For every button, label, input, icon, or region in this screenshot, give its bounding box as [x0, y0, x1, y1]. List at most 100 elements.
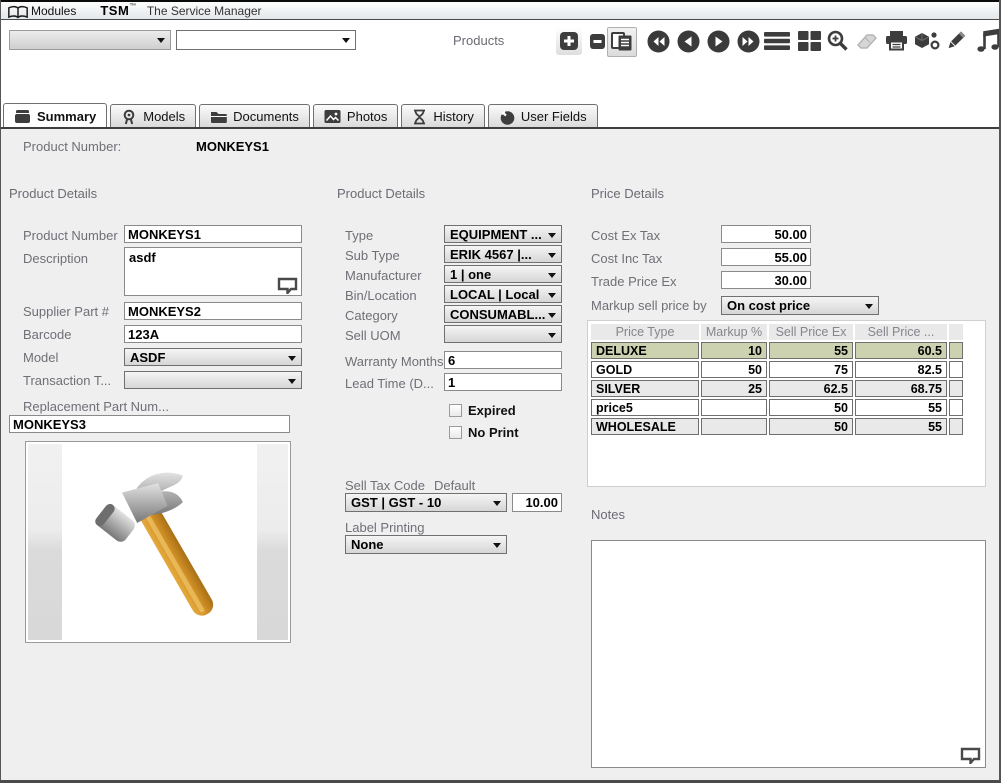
type-label: Type — [345, 228, 373, 243]
manufacturer-dropdown[interactable]: 1 | one — [444, 265, 562, 283]
chevron-down-icon — [548, 233, 556, 238]
add-icon[interactable] — [556, 27, 582, 55]
edit-icon[interactable] — [942, 27, 968, 55]
tab-user-fields[interactable]: User Fields — [488, 104, 598, 128]
product-number-header-value: MONKEYS1 — [196, 139, 269, 154]
supplier-part-input[interactable] — [124, 302, 302, 320]
col-sell-price-ex[interactable]: Sell Price Ex — [769, 324, 853, 340]
label-printing-dropdown[interactable]: None — [345, 535, 507, 554]
description-input[interactable]: asdf — [124, 247, 302, 296]
subtype-label: Sub Type — [345, 248, 400, 263]
tab-summary[interactable]: Summary — [3, 103, 107, 128]
replacement-part-label: Replacement Part Num... — [23, 399, 169, 414]
product-number-label: Product Number — [23, 228, 118, 243]
bin-location-label: Bin/Location — [345, 288, 417, 303]
modules-book-icon — [7, 5, 29, 19]
expired-checkbox[interactable] — [449, 404, 462, 417]
notes-comment-icon[interactable] — [960, 747, 981, 764]
price-row-gold[interactable]: GOLD 50 75 82.5 — [591, 361, 963, 378]
subtype-dropdown[interactable]: ERIK 4567 |... — [444, 245, 562, 263]
app-subtitle: The Service Manager — [147, 4, 262, 18]
price-row-silver[interactable]: SILVER 25 62.5 68.75 — [591, 380, 963, 397]
no-print-label: No Print — [468, 425, 519, 440]
music-icon[interactable] — [972, 27, 1001, 55]
description-label: Description — [23, 251, 88, 266]
zoom-icon[interactable] — [825, 27, 851, 55]
photo-scroll-right[interactable] — [257, 444, 288, 640]
chevron-down-icon — [548, 273, 556, 278]
chevron-down-icon — [548, 333, 556, 338]
picture-icon — [324, 109, 341, 124]
lead-time-input[interactable] — [444, 373, 562, 391]
transaction-type-label: Transaction T... — [23, 373, 111, 388]
price-row-price5[interactable]: price5 50 55 — [591, 399, 963, 416]
price-row-deluxe[interactable]: DELUXE 10 55 60.5 — [591, 342, 963, 359]
chevron-down-icon — [493, 543, 501, 548]
category-label: Category — [345, 308, 398, 323]
previous-record-icon[interactable] — [675, 27, 701, 55]
barcode-label: Barcode — [23, 327, 71, 342]
tab-documents[interactable]: Documents — [199, 104, 310, 128]
list-view-icon[interactable] — [764, 27, 790, 55]
type-dropdown[interactable]: EQUIPMENT ... — [444, 225, 562, 243]
col-sell-price-inc[interactable]: Sell Price ... — [855, 324, 947, 340]
notes-input[interactable] — [591, 540, 986, 768]
default-rate-input[interactable] — [512, 493, 562, 512]
col-markup[interactable]: Markup % — [701, 324, 767, 340]
replacement-part-input[interactable] — [9, 415, 290, 433]
toolbar-dropdown-2[interactable] — [176, 30, 356, 50]
bin-location-dropdown[interactable]: LOCAL | Local — [444, 285, 562, 303]
chevron-down-icon — [548, 313, 556, 318]
category-dropdown[interactable]: CONSUMABL... — [444, 305, 562, 323]
modules-menu[interactable]: Modules — [31, 4, 76, 18]
product-photo-frame — [25, 441, 291, 643]
tab-history[interactable]: History — [401, 104, 484, 128]
trade-price-input[interactable] — [721, 271, 811, 289]
medal-icon — [121, 109, 137, 125]
col-extra — [949, 324, 963, 340]
components-icon[interactable] — [911, 27, 941, 55]
supplier-part-label: Supplier Part # — [23, 304, 109, 319]
barcode-input[interactable] — [124, 325, 302, 343]
photo-scroll-left[interactable] — [28, 444, 62, 640]
chevron-down-icon — [288, 379, 296, 384]
print-icon[interactable] — [883, 27, 909, 55]
grid-view-icon[interactable] — [796, 27, 822, 55]
price-section-title: Price Details — [591, 186, 664, 201]
context-label: Products — [453, 33, 504, 48]
description-comment-icon[interactable] — [277, 277, 298, 294]
markup-by-label: Markup sell price by — [591, 298, 707, 313]
cost-inc-tax-label: Cost Inc Tax — [591, 251, 662, 266]
tab-photos[interactable]: Photos — [313, 104, 398, 128]
tab-models[interactable]: Models — [110, 104, 196, 128]
erase-icon[interactable] — [854, 27, 880, 55]
price-row-wholesale[interactable]: WHOLESALE 50 55 — [591, 418, 963, 435]
notes-label: Notes — [591, 507, 625, 522]
product-photo — [62, 444, 257, 640]
tab-bar: Summary Models Documents Photos History … — [3, 103, 598, 128]
transaction-type-dropdown[interactable] — [124, 371, 302, 389]
price-table-header: Price Type Markup % Sell Price Ex Sell P… — [591, 324, 963, 340]
price-table: Price Type Markup % Sell Price Ex Sell P… — [587, 320, 986, 487]
cost-ex-tax-input[interactable] — [721, 225, 811, 243]
package-icon — [14, 108, 31, 124]
sell-uom-dropdown[interactable] — [444, 325, 562, 343]
warranty-input[interactable] — [444, 351, 562, 369]
first-record-icon[interactable] — [645, 27, 671, 55]
markup-by-dropdown[interactable]: On cost price — [721, 296, 879, 315]
last-record-icon[interactable] — [735, 27, 761, 55]
product-number-input[interactable] — [124, 225, 302, 243]
no-print-checkbox[interactable] — [449, 426, 462, 439]
sell-uom-label: Sell UOM — [345, 328, 401, 343]
cost-inc-tax-input[interactable] — [721, 248, 811, 266]
hammer-image — [65, 446, 255, 638]
col-price-type[interactable]: Price Type — [591, 324, 699, 340]
tsm-window: Modules TSM™ The Service Manager Product… — [0, 0, 1001, 783]
sell-tax-code-dropdown[interactable]: GST | GST - 10 — [345, 493, 507, 512]
label-printing-label: Label Printing — [345, 520, 425, 535]
middle-section-title: Product Details — [337, 186, 425, 201]
model-dropdown[interactable]: ASDF — [124, 348, 302, 366]
copy-record-icon[interactable] — [607, 27, 637, 57]
next-record-icon[interactable] — [705, 27, 731, 55]
toolbar-dropdown-1[interactable] — [9, 30, 171, 50]
